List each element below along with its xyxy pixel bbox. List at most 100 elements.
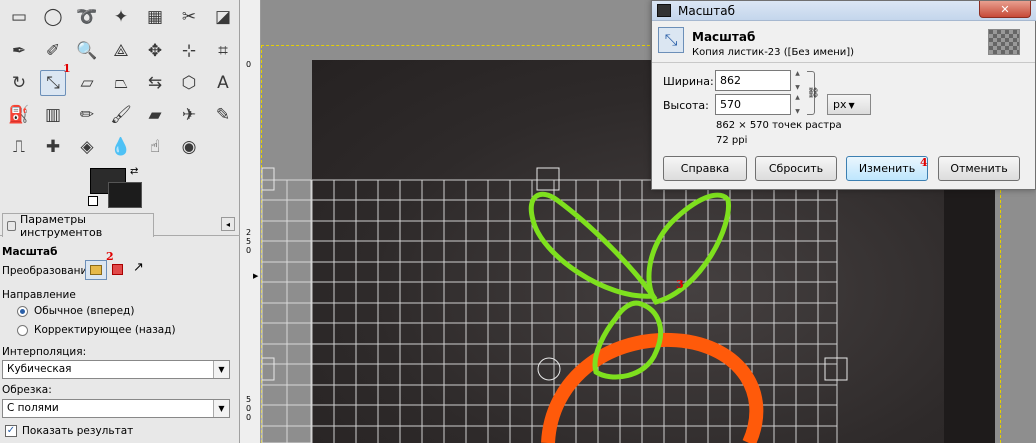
eraser-icon[interactable]: ▰ xyxy=(142,102,168,128)
resolution-info: 72 ppi xyxy=(716,135,748,146)
move-icon[interactable]: ✥ xyxy=(142,38,168,64)
left-top-handle[interactable] xyxy=(261,167,275,191)
pencil-icon[interactable]: ✏ xyxy=(74,102,100,128)
interpolation-label: Интерполяция: xyxy=(2,346,87,358)
paths-icon[interactable]: ✒ xyxy=(6,38,32,64)
perspective-clone-icon[interactable]: ◈ xyxy=(74,134,100,160)
unit-value: px xyxy=(833,98,847,111)
align-icon[interactable]: ⊹ xyxy=(176,38,202,64)
scissors-select-icon[interactable]: ✂ xyxy=(176,4,202,30)
height-input[interactable]: 570 xyxy=(715,94,791,115)
top-handle[interactable] xyxy=(536,167,560,191)
fuzzy-select-icon[interactable]: ✦ xyxy=(108,4,134,30)
unit-select[interactable]: px ▼ xyxy=(827,94,871,115)
annotation-marker-3: 3 xyxy=(676,278,684,291)
dialog-title: Масштаб xyxy=(678,4,736,18)
shear-icon[interactable]: ▱ xyxy=(74,70,100,96)
tool-options-icon xyxy=(7,220,17,231)
cage-icon[interactable]: ⬡ xyxy=(176,70,202,96)
rotate-icon[interactable]: ↻ xyxy=(6,70,32,96)
close-icon: ✕ xyxy=(1000,2,1010,16)
heal-icon[interactable]: ✚ xyxy=(40,134,66,160)
default-colors-icon[interactable] xyxy=(88,196,98,206)
transform-layer-button[interactable] xyxy=(85,260,107,280)
vertical-ruler: 0 250 500 ▶ xyxy=(240,0,261,443)
scale-icon: ⤡ xyxy=(658,27,684,53)
ink-icon[interactable]: ✎ xyxy=(210,102,236,128)
transform-grid-left xyxy=(261,179,312,443)
clipping-label: Обрезка: xyxy=(2,384,52,396)
ruler-mark: 500 xyxy=(246,395,252,422)
width-label: Ширина: xyxy=(663,75,714,88)
transform-path-button[interactable]: ↗ xyxy=(133,260,144,275)
center-pivot-handle[interactable] xyxy=(537,357,561,381)
reset-button[interactable]: Сбросить xyxy=(755,156,837,181)
tab-menu-button[interactable]: ◂ xyxy=(221,217,235,231)
interpolation-select[interactable]: Кубическая ▼ xyxy=(2,360,230,379)
airbrush-icon[interactable]: ✈ xyxy=(176,102,202,128)
ruler-mark: 250 xyxy=(246,228,252,255)
background-color-swatch[interactable] xyxy=(108,182,142,208)
tab-tool-options[interactable]: Параметры инструментов xyxy=(2,213,154,239)
close-button[interactable]: ✕ xyxy=(979,1,1031,18)
foreground-select-icon[interactable]: ◪ xyxy=(210,4,236,30)
perspective-icon[interactable]: ⏢ xyxy=(108,70,134,96)
layer-preview-thumbnail xyxy=(988,29,1020,55)
direction-corrective-radio[interactable] xyxy=(17,325,28,336)
scale-button[interactable]: Изменить xyxy=(846,156,928,181)
crop-icon[interactable]: ⌗ xyxy=(210,38,236,64)
dialog-titlebar[interactable]: Масштаб ✕ xyxy=(652,1,1036,21)
annotation-marker-2: 2 xyxy=(106,250,114,263)
color-select-icon[interactable]: ▦ xyxy=(142,4,168,30)
bucket-fill-icon[interactable]: ⛽ xyxy=(6,102,32,128)
free-select-icon[interactable]: ➰ xyxy=(74,4,100,30)
swap-colors-icon[interactable]: ⇄ xyxy=(130,166,138,177)
direction-normal-radio[interactable] xyxy=(17,306,28,317)
scale-label: Изменить xyxy=(858,162,916,175)
cancel-button[interactable]: Отменить xyxy=(938,156,1020,181)
scale-dialog: Масштаб ✕ ⤡ Масштаб Копия листик-23 ([Бе… xyxy=(651,0,1036,190)
ellipse-select-icon[interactable]: ◯ xyxy=(40,4,66,30)
rect-select-icon[interactable]: ▭ xyxy=(6,4,32,30)
clipping-value: С полями xyxy=(7,402,59,414)
width-input[interactable]: 862 xyxy=(715,70,791,91)
height-spinner[interactable]: ▲ ▼ xyxy=(793,94,802,115)
annotation-marker-1: 1 xyxy=(63,62,71,75)
clone-icon[interactable]: ⎍ xyxy=(6,134,32,160)
text-icon[interactable]: A xyxy=(210,70,236,96)
direction-normal-label: Обычное (вперед) xyxy=(34,305,135,317)
direction-corrective-label: Корректирующее (назад) xyxy=(34,324,176,336)
paintbrush-icon[interactable]: 🖌 xyxy=(108,102,134,128)
right-handle[interactable] xyxy=(824,357,848,381)
interpolation-value: Кубическая xyxy=(7,363,72,375)
chain-link-icon[interactable]: ⛓ xyxy=(807,88,820,99)
show-result-checkbox[interactable]: ✓ xyxy=(5,425,17,437)
left-handle[interactable] xyxy=(261,357,275,381)
options-title: Масштаб xyxy=(2,246,58,258)
help-button[interactable]: Справка xyxy=(663,156,747,181)
transform-selection-button[interactable] xyxy=(112,264,123,275)
help-label: Справка xyxy=(680,162,730,175)
width-spinner[interactable]: ▲ ▼ xyxy=(793,70,802,91)
layer-icon xyxy=(90,265,102,275)
blur-icon[interactable]: 💧 xyxy=(108,134,134,160)
flip-icon[interactable]: ⇆ xyxy=(142,70,168,96)
chevron-down-icon: ▼ xyxy=(213,400,229,417)
reset-label: Сбросить xyxy=(768,162,824,175)
header-divider xyxy=(652,62,1035,63)
blend-icon[interactable]: ▥ xyxy=(40,102,66,128)
ruler-mark: 0 xyxy=(246,60,252,69)
color-picker-icon[interactable]: ✐ xyxy=(40,38,66,64)
dodge-burn-icon[interactable]: ◉ xyxy=(176,134,202,160)
measure-icon[interactable]: ⟁ xyxy=(108,38,134,64)
toolbox-panel: ▭ ◯ ➰ ✦ ▦ ✂ ◪ ✒ ✐ 🔍 ⟁ ✥ ⊹ ⌗ ↻ ⤡ ▱ ⏢ ⇆ ⬡ A ⛽ ▥ ✏ 🖌 ▰ ✈ ✎ ⎍ ✚ ◈ 💧 ☝ ◉ 1 ⇄ П… xyxy=(0,0,240,443)
cancel-label: Отменить xyxy=(950,162,1008,175)
height-label: Высота: xyxy=(663,99,709,112)
clipping-select[interactable]: С полями ▼ xyxy=(2,399,230,418)
direction-label: Направление xyxy=(2,289,76,301)
chevron-down-icon: ▼ xyxy=(848,101,855,110)
transform-label: Преобразование: xyxy=(2,265,98,277)
zoom-icon[interactable]: 🔍 xyxy=(74,38,100,64)
chevron-down-icon: ▼ xyxy=(213,361,229,378)
smudge-icon[interactable]: ☝ xyxy=(142,134,168,160)
